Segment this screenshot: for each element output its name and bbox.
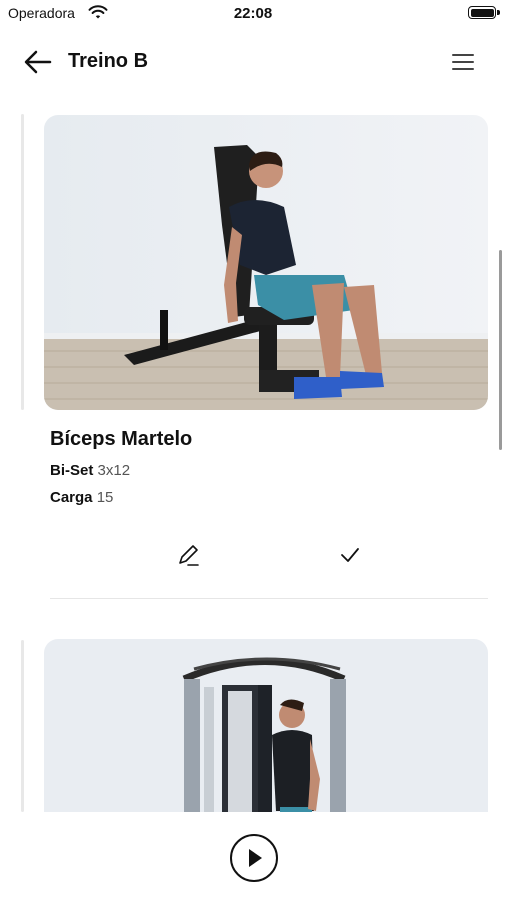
back-arrow-icon[interactable]: [20, 48, 56, 76]
status-bar: Operadora 22:08: [0, 0, 506, 28]
card-left-rail: [21, 640, 24, 812]
exercise-load: Carga 15: [50, 489, 113, 506]
card-left-rail: [21, 114, 24, 410]
battery-cap: [497, 10, 500, 15]
battery-icon: [468, 6, 496, 19]
play-button[interactable]: [230, 834, 278, 882]
exercise-name: Bíceps Martelo: [50, 428, 193, 450]
exercise-list[interactable]: Bíceps Martelo Bi-Set 3x12 Carga 15: [0, 100, 506, 812]
load-label: Carga: [50, 489, 93, 506]
check-icon[interactable]: [336, 541, 364, 569]
scrollbar[interactable]: [499, 250, 502, 450]
play-icon: [249, 849, 262, 867]
bottom-bar: [0, 812, 506, 900]
exercise-actions: [0, 541, 506, 571]
sets-label: Bi-Set: [50, 462, 94, 479]
pencil-icon[interactable]: [174, 541, 202, 569]
clock: 22:08: [233, 5, 273, 22]
card-divider: [50, 598, 488, 599]
app-header: Treino B: [0, 36, 506, 88]
exercise-image[interactable]: [44, 639, 488, 812]
exercise-sets: Bi-Set 3x12: [50, 462, 130, 479]
page-title: Treino B: [68, 50, 149, 72]
sets-value: 3x12: [97, 462, 131, 479]
exercise-image[interactable]: [44, 115, 488, 410]
load-value: 15: [96, 489, 114, 506]
hamburger-menu-icon[interactable]: [448, 50, 478, 74]
